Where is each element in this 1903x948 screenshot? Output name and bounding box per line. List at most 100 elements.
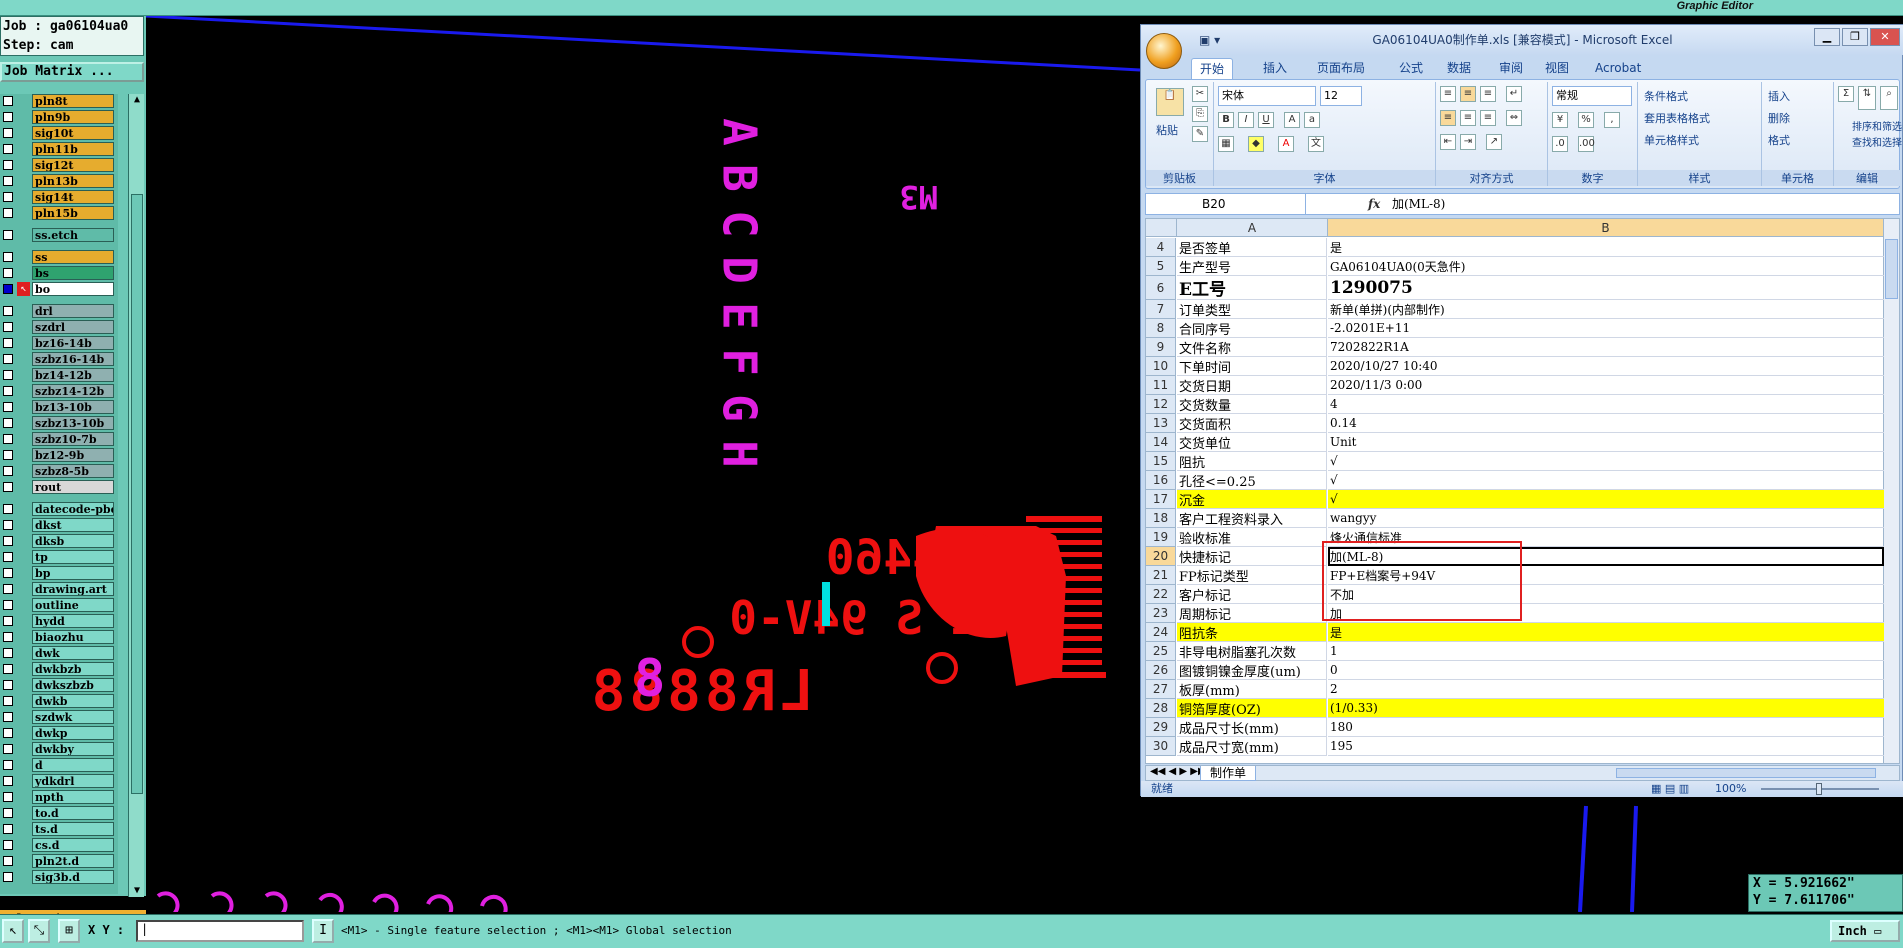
- layer-checkbox[interactable]: [3, 230, 13, 240]
- layer-row[interactable]: pln9b: [0, 110, 118, 124]
- layer-checkbox[interactable]: [3, 112, 13, 122]
- cell-a[interactable]: 交货日期: [1177, 376, 1327, 395]
- layer-row[interactable]: bz14-12b: [0, 368, 118, 382]
- layer-checkbox[interactable]: [3, 268, 13, 278]
- layer-row[interactable]: bo ↖: [0, 282, 118, 296]
- row-header[interactable]: 29: [1146, 718, 1176, 737]
- layer-row[interactable]: rout: [0, 480, 118, 494]
- shrink-font-icon[interactable]: a: [1304, 112, 1320, 128]
- row-header[interactable]: 4: [1146, 238, 1176, 257]
- layer-name[interactable]: szdwk: [32, 710, 114, 724]
- layer-row[interactable]: szbz14-12b: [0, 384, 118, 398]
- row-header[interactable]: 22: [1146, 585, 1176, 604]
- layer-checkbox[interactable]: [3, 552, 13, 562]
- cell-styles-button[interactable]: 单元格样式: [1644, 132, 1699, 148]
- sheet-nav-icons[interactable]: ◀◀ ◀ ▶ ▶▶: [1150, 766, 1206, 777]
- row-header[interactable]: 21: [1146, 566, 1176, 585]
- layer-name[interactable]: szdrl: [32, 320, 114, 334]
- spreadsheet-grid[interactable]: A B 4 是否签单是 5 生产型号 GA06104UA0(0天急件) 6 E工号 12900…: [1145, 218, 1900, 764]
- grid-vertical-scrollbar[interactable]: [1883, 219, 1899, 763]
- layer-checkbox[interactable]: [3, 760, 13, 770]
- layer-row[interactable]: pln11b: [0, 142, 118, 156]
- layer-name[interactable]: szbz10-7b: [32, 432, 114, 446]
- cell-b[interactable]: 2020/11/3 0:00: [1328, 376, 1884, 395]
- cell-a[interactable]: 客户工程资料录入: [1177, 509, 1327, 528]
- layer-checkbox[interactable]: [3, 192, 13, 202]
- row-header[interactable]: 10: [1146, 357, 1176, 376]
- increase-indent-icon[interactable]: ⇥: [1460, 134, 1476, 150]
- phonetic-icon[interactable]: 文: [1308, 136, 1324, 152]
- cell-b[interactable]: 1: [1328, 642, 1884, 661]
- layer-name[interactable]: npth: [32, 790, 114, 804]
- number-format-select[interactable]: 常规: [1552, 86, 1632, 106]
- merge-center-icon[interactable]: ⇔: [1506, 110, 1522, 126]
- row-header[interactable]: 23: [1146, 604, 1176, 623]
- layer-row[interactable]: szdrl: [0, 320, 118, 334]
- layer-scrollbar[interactable]: ▲ ▼: [128, 94, 144, 897]
- layer-row[interactable]: ydkdrl: [0, 774, 118, 788]
- cell-a[interactable]: 孔径<=0.25: [1177, 471, 1327, 490]
- layer-name[interactable]: outline: [32, 598, 114, 612]
- cell-a[interactable]: 验收标准: [1177, 528, 1327, 547]
- layer-row[interactable]: sig10t: [0, 126, 118, 140]
- job-matrix-button[interactable]: Job Matrix ...: [0, 62, 144, 82]
- row-header[interactable]: 28: [1146, 699, 1176, 718]
- layer-name[interactable]: tp: [32, 550, 114, 564]
- format-as-table-button[interactable]: 套用表格格式: [1644, 110, 1710, 126]
- cell-a[interactable]: 交货面积: [1177, 414, 1327, 433]
- row-header[interactable]: 19: [1146, 528, 1176, 547]
- layer-row[interactable]: szbz13-10b: [0, 416, 118, 430]
- layer-row[interactable]: ts.d: [0, 822, 118, 836]
- row-header[interactable]: 8: [1146, 319, 1176, 338]
- cell-a[interactable]: 下单时间: [1177, 357, 1327, 376]
- cell-b[interactable]: 0.14: [1328, 414, 1884, 433]
- format-painter-icon[interactable]: ✎: [1192, 126, 1208, 142]
- layer-name[interactable]: bz13-10b: [32, 400, 114, 414]
- layer-row[interactable]: npth: [0, 790, 118, 804]
- minimize-button[interactable]: ▁: [1814, 28, 1840, 46]
- find-select-button[interactable]: 查找和选择: [1852, 134, 1902, 149]
- cell-b[interactable]: 是: [1328, 623, 1884, 642]
- align-right-icon[interactable]: ≡: [1480, 110, 1496, 126]
- layer-checkbox[interactable]: [3, 856, 13, 866]
- layer-checkbox[interactable]: [3, 128, 13, 138]
- cut-icon[interactable]: ✂: [1192, 86, 1208, 102]
- cell-a[interactable]: 板厚(mm): [1177, 680, 1327, 699]
- autosum-icon[interactable]: Σ: [1838, 86, 1854, 102]
- layer-checkbox[interactable]: [3, 144, 13, 154]
- cell-a[interactable]: 图镀铜镍金厚度(um): [1177, 661, 1327, 680]
- text-cursor-icon[interactable]: I: [312, 919, 334, 943]
- cell-a[interactable]: 沉金: [1177, 490, 1327, 509]
- cell-b[interactable]: 7202822R1A: [1328, 338, 1884, 357]
- layer-row[interactable]: drawing.art: [0, 582, 118, 596]
- layer-checkbox[interactable]: [3, 160, 13, 170]
- layer-checkbox[interactable]: [3, 482, 13, 492]
- layer-checkbox[interactable]: [3, 252, 13, 262]
- layer-name[interactable]: bz16-14b: [32, 336, 114, 350]
- layer-name[interactable]: ss: [32, 250, 114, 264]
- font-name-select[interactable]: 宋体: [1218, 86, 1316, 106]
- sort-filter-icon[interactable]: ⇅: [1858, 86, 1876, 110]
- layer-name[interactable]: szbz14-12b: [32, 384, 114, 398]
- layer-row[interactable]: to.d: [0, 806, 118, 820]
- ribbon-tab[interactable]: 审阅: [1491, 58, 1531, 79]
- layer-row[interactable]: datecode-pbe: [0, 502, 118, 516]
- column-header-b[interactable]: B: [1328, 219, 1884, 237]
- cyan-selected-feature[interactable]: [822, 582, 830, 626]
- layer-checkbox[interactable]: [3, 696, 13, 706]
- layer-name[interactable]: cs.d: [32, 838, 114, 852]
- layer-checkbox[interactable]: [3, 616, 13, 626]
- sort-filter-button[interactable]: 排序和筛选: [1852, 118, 1902, 133]
- row-header[interactable]: 26: [1146, 661, 1176, 680]
- view-buttons-icon[interactable]: ▦ ▤ ▥: [1651, 781, 1689, 797]
- ribbon-tab[interactable]: 数据: [1439, 58, 1479, 79]
- layer-row[interactable]: dwk: [0, 646, 118, 660]
- ribbon-tab[interactable]: 公式: [1391, 58, 1431, 79]
- layer-name[interactable]: datecode-pbe: [32, 502, 114, 516]
- layer-checkbox[interactable]: [3, 664, 13, 674]
- decrease-decimal-icon[interactable]: .00: [1578, 136, 1595, 152]
- layer-name[interactable]: pln11b: [32, 142, 114, 156]
- layer-checkbox[interactable]: [3, 96, 13, 106]
- layer-name[interactable]: drl: [32, 304, 114, 318]
- layer-row[interactable]: pln8t: [0, 94, 118, 108]
